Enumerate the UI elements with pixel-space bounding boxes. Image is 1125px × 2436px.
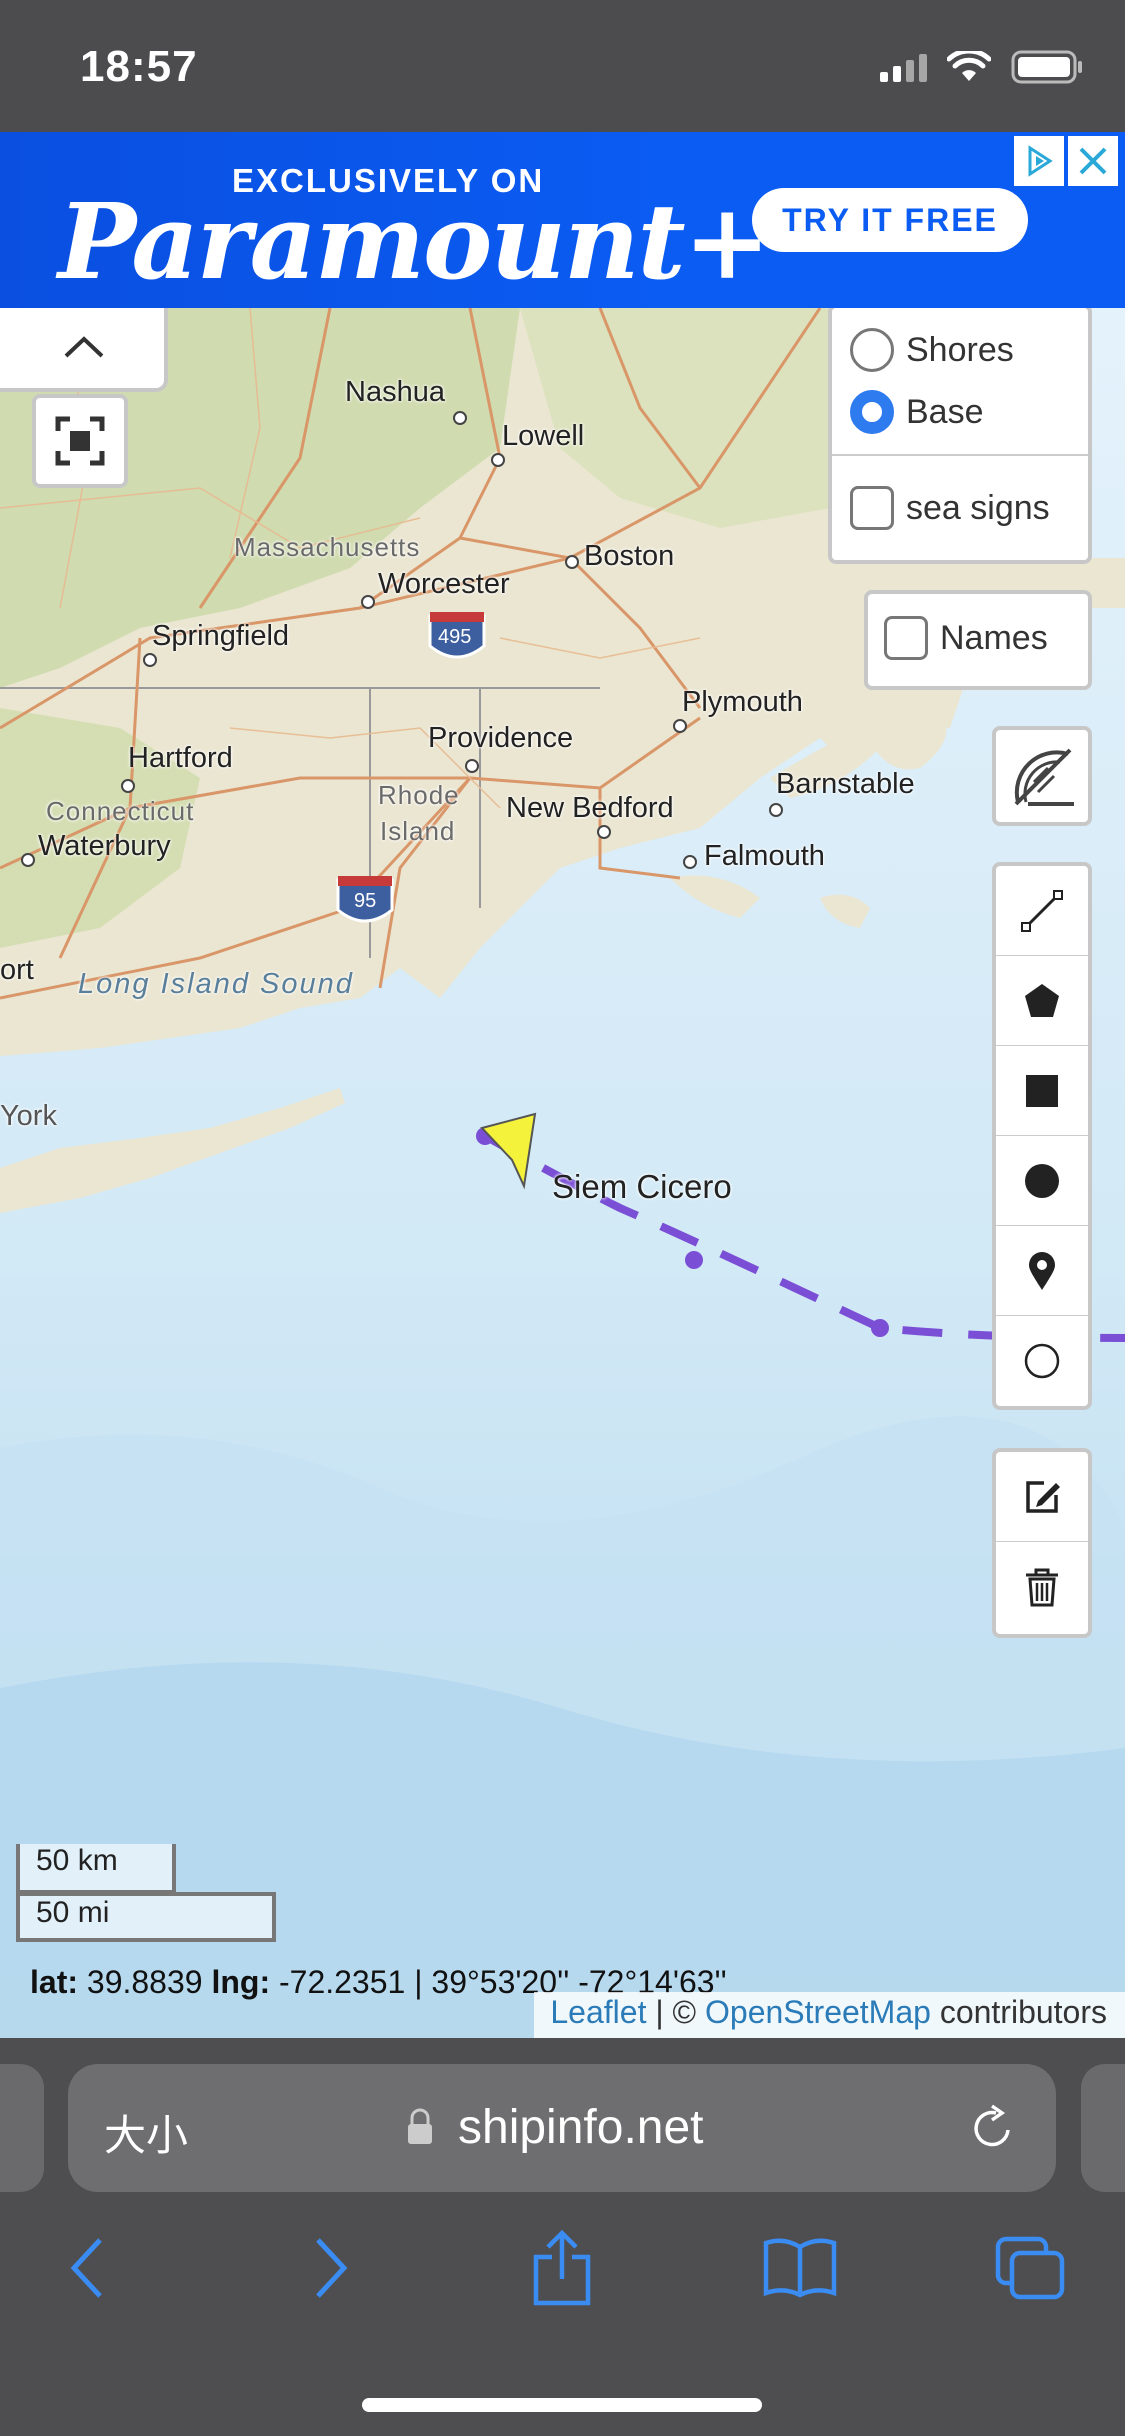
edit-icon xyxy=(1026,1480,1060,1513)
browser-nav-bar xyxy=(0,2228,1125,2348)
chevron-up-icon xyxy=(64,336,104,358)
status-icons xyxy=(880,50,1085,84)
address-bar[interactable]: 大小 shipinfo.net xyxy=(68,2064,1056,2192)
ruler-protractor-icon xyxy=(1014,748,1074,806)
draw-polygon-button[interactable] xyxy=(996,956,1088,1046)
trash-icon xyxy=(1026,1568,1058,1607)
polyline-icon xyxy=(1021,889,1063,932)
ad-banner[interactable]: EXCLUSIVELY ON Paramount+ TRY IT FREE xyxy=(0,132,1125,308)
attribution-suffix: contributors xyxy=(930,1994,1107,2030)
label-hartford: Hartford xyxy=(128,742,233,774)
reload-icon[interactable] xyxy=(968,2104,1016,2152)
label-rhode: Rhode xyxy=(378,780,460,810)
battery-icon xyxy=(1011,50,1082,84)
label-connecticut: Connecticut xyxy=(46,796,195,826)
locate-button[interactable] xyxy=(32,394,128,488)
close-icon[interactable] xyxy=(1068,136,1118,186)
browser-toolbar: 大小 shipinfo.net xyxy=(0,2038,1125,2436)
label-nashua: Nashua xyxy=(345,376,445,408)
draw-circlemarker-button[interactable] xyxy=(996,1316,1088,1406)
leaflet-link[interactable]: Leaflet xyxy=(550,1994,646,2030)
names-toggle[interactable]: Names xyxy=(864,590,1092,690)
lng-label: lng: xyxy=(211,1964,271,2000)
polygon-icon xyxy=(1025,983,1059,1017)
lat-value: 39.8839 xyxy=(86,1964,203,2000)
signal-icon xyxy=(880,52,927,82)
draw-rectangle-button[interactable] xyxy=(996,1046,1088,1136)
tabs-icon[interactable] xyxy=(990,2228,1070,2308)
label-barnstable: Barnstable xyxy=(776,768,915,800)
vessel-label[interactable]: Siem Cicero xyxy=(552,1168,732,1206)
prev-tab-peek[interactable] xyxy=(0,2064,44,2192)
locate-icon xyxy=(55,416,105,466)
adchoices-icon[interactable] xyxy=(1014,136,1064,186)
names-checkbox[interactable] xyxy=(884,616,928,660)
edit-toolbar xyxy=(992,1448,1092,1638)
ad-brand-logo: Paramount+ xyxy=(58,180,771,303)
url-domain[interactable]: shipinfo.net xyxy=(458,2100,704,2155)
label-boston: Boston xyxy=(584,540,675,572)
label-york: York xyxy=(0,1100,57,1132)
circle-icon xyxy=(1025,1163,1059,1198)
status-bar: 18:57 xyxy=(0,0,1125,132)
draw-marker-button[interactable] xyxy=(996,1226,1088,1316)
back-icon[interactable] xyxy=(48,2228,128,2308)
wifi-icon xyxy=(947,51,991,81)
label-springfield: Springfield xyxy=(152,620,290,652)
text-size-button[interactable]: 大小 xyxy=(104,2102,188,2163)
scale-km: 50 km xyxy=(16,1844,176,1894)
layer-divider xyxy=(832,454,1088,456)
shores-radio[interactable] xyxy=(850,328,894,372)
collapse-button[interactable] xyxy=(0,308,168,392)
label-lowell: Lowell xyxy=(502,420,585,452)
map-view[interactable]: Nashua Lowell Massachusetts Boston Worce… xyxy=(0,308,1125,2038)
circlemarker-icon xyxy=(1024,1343,1060,1379)
base-radio[interactable] xyxy=(850,390,894,434)
edit-layers-button[interactable] xyxy=(996,1452,1088,1542)
label-new-bedford: New Bedford xyxy=(506,792,674,824)
label-massachusetts: Massachusetts xyxy=(234,532,421,562)
scale-mi: 50 mi xyxy=(16,1892,276,1942)
label-providence: Providence xyxy=(428,722,574,754)
draw-circle-button[interactable] xyxy=(996,1136,1088,1226)
names-label: Names xyxy=(940,618,1048,657)
label-waterbury: Waterbury xyxy=(38,830,171,862)
label-ort: ort xyxy=(0,954,34,986)
label-worcester: Worcester xyxy=(378,568,510,600)
label-i495: 495 xyxy=(438,626,472,648)
label-island: Island xyxy=(380,816,456,846)
next-tab-peek[interactable] xyxy=(1081,2064,1125,2192)
share-icon[interactable] xyxy=(522,2228,602,2308)
status-time: 18:57 xyxy=(80,42,198,91)
draw-toolbar xyxy=(992,862,1092,1410)
label-falmouth: Falmouth xyxy=(704,840,825,872)
bookmarks-icon[interactable] xyxy=(760,2228,840,2308)
shores-label: Shores xyxy=(906,330,1014,369)
marker-icon xyxy=(1029,1251,1055,1290)
osm-link[interactable]: OpenStreetMap xyxy=(705,1994,931,2030)
delete-layers-button[interactable] xyxy=(996,1542,1088,1632)
measure-button[interactable] xyxy=(992,726,1092,826)
label-i95: 95 xyxy=(354,890,377,912)
label-plymouth: Plymouth xyxy=(682,686,803,718)
label-long-island-sound: Long Island Sound xyxy=(78,968,354,1000)
lng-value: -72.2351 xyxy=(278,1964,406,2000)
draw-polyline-button[interactable] xyxy=(996,866,1088,956)
layer-sea-signs-option[interactable]: sea signs xyxy=(850,486,1050,530)
sea-signs-checkbox[interactable] xyxy=(850,486,894,530)
layer-switcher: Shores Base sea signs xyxy=(828,308,1092,564)
layer-shores-option[interactable]: Shores xyxy=(850,328,1014,372)
forward-icon[interactable] xyxy=(290,2228,370,2308)
base-label: Base xyxy=(906,392,984,431)
map-attribution: Leaflet | © OpenStreetMap contributors xyxy=(534,1992,1125,2038)
layer-base-option[interactable]: Base xyxy=(850,390,984,434)
sea-signs-label: sea signs xyxy=(906,488,1050,527)
rectangle-icon xyxy=(1026,1074,1058,1107)
home-indicator[interactable] xyxy=(362,2398,762,2412)
lat-label: lat: xyxy=(30,1964,78,2000)
attribution-separator: | © xyxy=(646,1994,706,2030)
lock-icon xyxy=(408,2108,432,2144)
ad-cta-button[interactable]: TRY IT FREE xyxy=(752,188,1028,252)
